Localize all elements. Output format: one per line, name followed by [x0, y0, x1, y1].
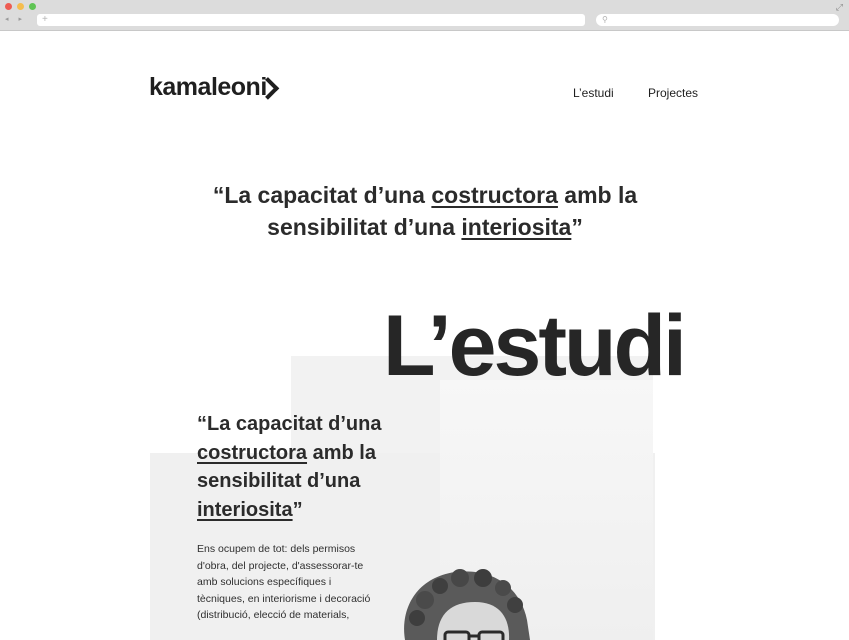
section-title: L’estudi [383, 298, 687, 394]
back-forward-buttons[interactable]: ◂ ▸ [5, 14, 33, 26]
section-quote: “La capacitat d’una costructora amb la s… [197, 410, 437, 524]
hero-quote-highlight-1: costructora [431, 182, 558, 208]
browser-chrome: ⤢ ◂ ▸ + ⚲ [0, 0, 849, 31]
fullscreen-icon[interactable]: ⤢ [836, 2, 843, 13]
maximize-window-button[interactable] [29, 3, 36, 10]
minimize-window-button[interactable] [17, 3, 24, 10]
section-quote-close: ” [292, 498, 303, 521]
browser-search-bar[interactable]: ⚲ [596, 14, 839, 26]
hero-quote-close: ” [571, 214, 583, 240]
nav-link-projectes[interactable]: Projectes [648, 86, 698, 100]
logo-text: kamaleoni [149, 73, 267, 101]
site-logo[interactable]: kamaleoni [149, 72, 283, 102]
team-member-photo [404, 569, 530, 640]
search-icon: ⚲ [602, 15, 608, 24]
section-body-text: Ens ocupem de tot: dels permisos d'obra,… [197, 543, 371, 621]
hero-quote-text-1: “La capacitat d’una [212, 182, 432, 208]
section-quote-text-1: “La capacitat d’una [197, 413, 382, 435]
hero-quote: “La capacitat d’una costructora amb la s… [150, 179, 700, 243]
hero-quote-highlight-2: interiosita [461, 214, 572, 240]
new-tab-icon[interactable]: + [42, 13, 48, 26]
nav-link-estudi[interactable]: L’estudi [573, 86, 614, 100]
section-quote-highlight-1: costructora [197, 441, 308, 464]
section-quote-highlight-2: interiosita [197, 498, 293, 521]
address-bar[interactable]: + [37, 14, 585, 26]
close-window-button[interactable] [5, 3, 12, 10]
